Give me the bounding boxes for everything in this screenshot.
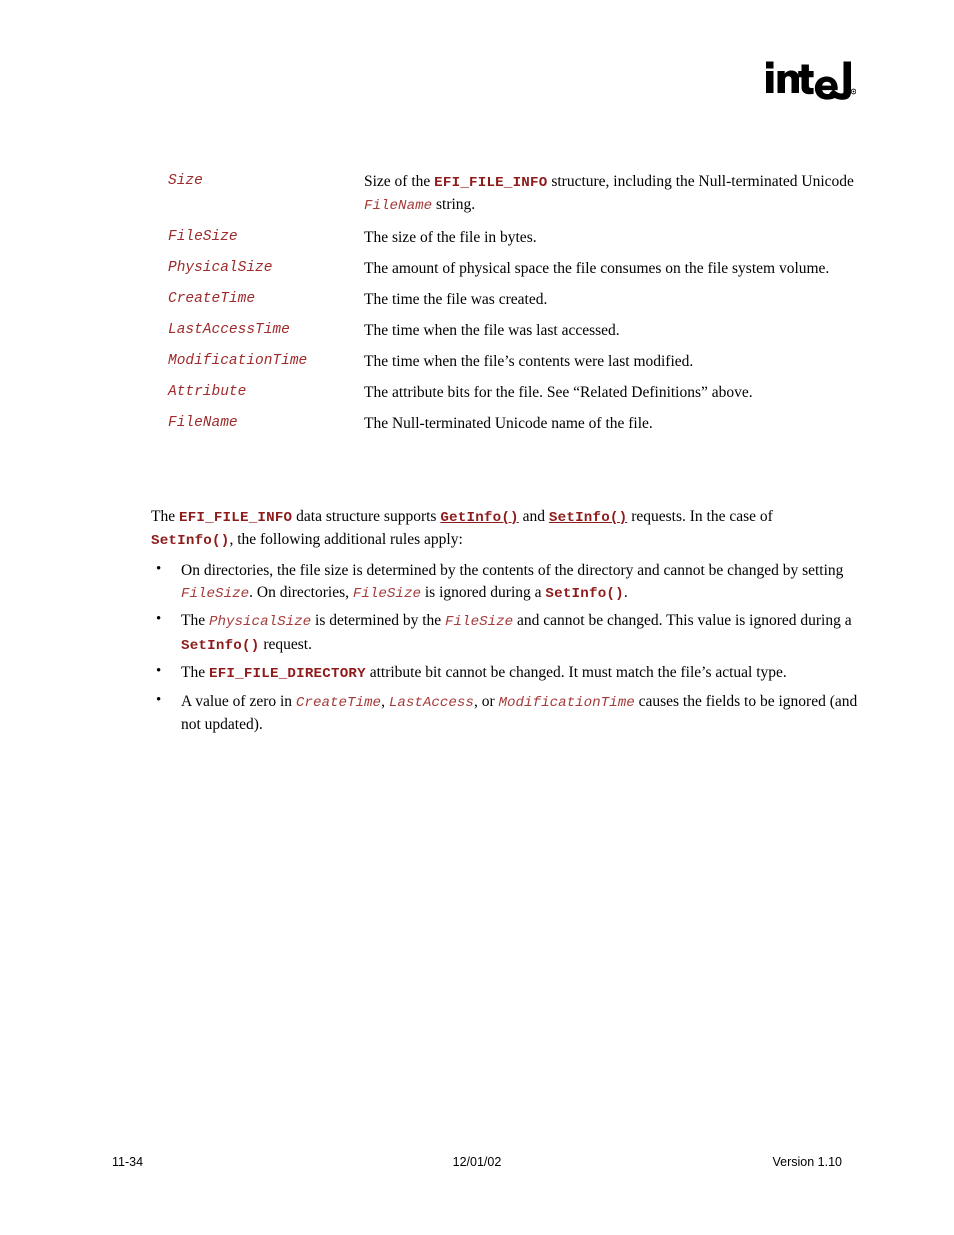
bullet-icon: • [156,561,162,577]
rule-item: • The EFI_FILE_DIRECTORY attribute bit ca… [151,662,871,686]
parameter-name: FileSize [445,614,514,630]
definition-term: ModificationTime [168,353,308,369]
rule-text: The PhysicalSize is determined by the Fi… [181,612,852,654]
rule-text: The EFI_FILE_DIRECTORY attribute bit can… [181,664,787,682]
bullet-icon: • [156,691,162,708]
rule-item: • A value of zero in CreateTime, LastAcce… [151,691,871,736]
definition-description: The Null-terminated Unicode name of the … [364,415,653,432]
page-footer: 11-34 12/01/02 Version 1.10 [112,1155,842,1175]
definition-row: CreateTime The time the file was created. [168,289,868,310]
footer-version: Version 1.10 [772,1155,843,1169]
code-identifier: SetInfo() [181,637,260,654]
definition-term: Size [168,173,203,189]
definition-row: LastAccessTime The time when the file was… [168,320,868,341]
definition-description: The size of the file in bytes. [364,229,537,246]
parameter-name: ModificationTime [498,694,635,711]
definition-term: LastAccessTime [168,322,290,338]
parameter-name: FileSize [352,585,421,602]
intro-paragraph: The EFI_FILE_INFO data structure support… [151,508,773,549]
definition-row: FileSize The size of the file in bytes. [168,227,868,248]
definition-description: The amount of physical space the file co… [364,260,830,277]
bullet-icon: • [156,611,162,627]
code-link[interactable]: SetInfo() [549,510,627,526]
parameter-name: FileName [364,198,433,214]
rule-item: • On directories, the file size is determ… [151,560,871,605]
definition-description: Size of the EFI_FILE_INFO structure, inc… [364,173,854,214]
definition-term: PhysicalSize [168,260,273,276]
definition-row: Attribute The attribute bits for the file… [168,382,868,403]
code-identifier: SetInfo() [151,533,230,549]
definition-description: The time when the file was last accessed… [364,322,620,339]
definition-term: Attribute [168,384,247,400]
definition-term: CreateTime [168,291,256,307]
intel-logo-mark [766,61,856,100]
definition-row: PhysicalSize The amount of physical space… [168,258,868,279]
footer-date: 12/01/02 [452,1155,502,1169]
rules-list: • On directories, the file size is determ… [151,560,857,736]
rule-text: A value of zero in CreateTime, LastAcces… [181,692,858,734]
code-identifier: EFI_FILE_INFO [178,510,293,526]
definition-term: FileName [168,415,238,431]
rule-text: On directories, the file size is determi… [181,562,844,602]
definition-term: FileSize [168,229,238,245]
definition-row: ModificationTime The time when the file’s… [168,351,868,372]
body-content: The EFI_FILE_INFO data structure support… [151,506,857,741]
code-identifier: SetInfo() [545,585,624,602]
parameter-definition-list: Size Size of the EFI_FILE_INFO structure,… [168,171,868,444]
code-link[interactable]: GetInfo() [440,510,518,526]
parameter-name: PhysicalSize [208,614,312,630]
code-identifier: EFI_FILE_DIRECTORY [208,666,366,682]
intel-logo [760,58,856,104]
definition-row: Size Size of the EFI_FILE_INFO structure,… [168,171,868,217]
parameter-name: CreateTime [295,694,382,711]
definition-description: The time the file was created. [364,291,548,308]
definition-description: The time when the file’s contents were l… [364,353,694,370]
bullet-icon: • [156,663,162,679]
definition-row: FileName The Null-terminated Unicode name… [168,413,868,434]
definition-description: The attribute bits for the file. See “Re… [364,384,753,401]
rule-item: • The PhysicalSize is determined by the F… [151,610,871,657]
code-identifier: EFI_FILE_INFO [434,175,548,191]
parameter-name: LastAccess [388,694,474,711]
parameter-name: FileSize [181,585,250,602]
